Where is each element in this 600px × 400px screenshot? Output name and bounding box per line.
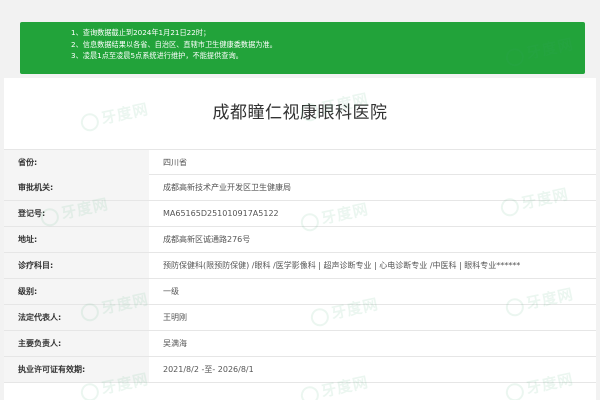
row-principal: 主要负责人: 吴满海 bbox=[4, 331, 596, 357]
row-approval-authority: 审批机关: 成都高新技术产业开发区卫生健康局 bbox=[4, 175, 596, 201]
notice-line-1: 1、查询数据截止到2024年1月21日22时； bbox=[71, 28, 211, 37]
row-departments: 诊疗科目: 预防保健科(限预防保健) /眼科 /医学影像科 | 超声诊断专业 |… bbox=[4, 253, 596, 279]
row-value: 吴满海 bbox=[163, 339, 187, 348]
row-label: 地址: bbox=[4, 227, 149, 252]
page: 1、查询数据截止到2024年1月21日22时； 2、信息数据结果以各省、自治区、… bbox=[0, 0, 600, 400]
row-label: 执业许可证有效期: bbox=[4, 357, 149, 382]
row-value: 成都高新技术产业开发区卫生健康局 bbox=[163, 183, 291, 192]
row-label: 审批机关: bbox=[4, 175, 149, 200]
page-title: 成都瞳仁视康眼科医院 bbox=[212, 103, 388, 123]
notice-line-3: 3、凌晨1点至凌晨5点系统进行维护，不能提供查询。 bbox=[71, 51, 243, 60]
row-level: 级别: 一级 bbox=[4, 279, 596, 305]
row-value: 王明刚 bbox=[163, 313, 187, 322]
row-value: 成都高新区诚通路276号 bbox=[163, 235, 251, 244]
row-label: 登记号: bbox=[4, 201, 149, 226]
row-label: 主要负责人: bbox=[4, 331, 149, 356]
row-legal-representative: 法定代表人: 王明刚 bbox=[4, 305, 596, 331]
row-registration-number: 登记号: MA65165D251010917A5122 bbox=[4, 201, 596, 227]
notice-line-2: 2、信息数据结果以各省、自治区、直辖市卫生健康委数据为准。 bbox=[71, 39, 277, 49]
row-value: MA65165D251010917A5122 bbox=[163, 209, 279, 218]
row-label: 诊疗科目: bbox=[4, 253, 149, 278]
row-label: 级别: bbox=[4, 279, 149, 304]
info-table: 省份: 四川省 审批机关: 成都高新技术产业开发区卫生健康局 登记号: MA65… bbox=[4, 149, 596, 383]
row-label: 省份: bbox=[4, 150, 149, 175]
row-value: 2021/8/2 -至- 2026/8/1 bbox=[163, 365, 254, 374]
row-label: 法定代表人: bbox=[4, 305, 149, 330]
row-address: 地址: 成都高新区诚通路276号 bbox=[4, 227, 596, 253]
row-value: 一级 bbox=[163, 287, 179, 296]
row-license-validity: 执业许可证有效期: 2021/8/2 -至- 2026/8/1 bbox=[4, 357, 596, 383]
row-value: 四川省 bbox=[163, 158, 187, 167]
row-province: 省份: 四川省 bbox=[4, 149, 596, 175]
hospital-info-card: 成都瞳仁视康眼科医院 省份: 四川省 审批机关: 成都高新技术产业开发区卫生健康… bbox=[4, 78, 596, 400]
row-value: 预防保健科(限预防保健) /眼科 /医学影像科 | 超声诊断专业 | 心电诊断专… bbox=[163, 261, 521, 270]
notice-banner: 1、查询数据截止到2024年1月21日22时； 2、信息数据结果以各省、自治区、… bbox=[20, 22, 585, 74]
